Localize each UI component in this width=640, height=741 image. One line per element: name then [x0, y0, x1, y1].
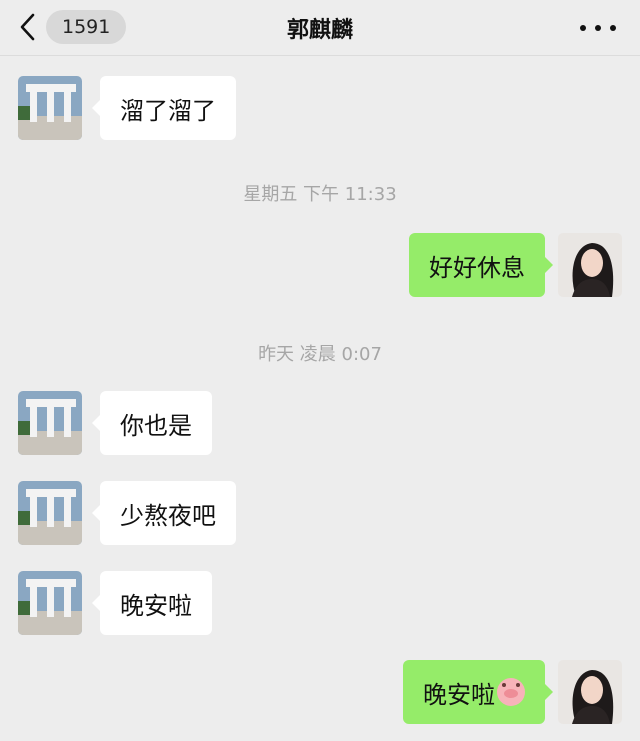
message-bubble-incoming[interactable]: 少熬夜吧	[92, 481, 236, 545]
pig-face-icon	[497, 678, 525, 706]
archway-photo-icon	[18, 481, 82, 545]
archway-photo-icon	[18, 391, 82, 455]
contact-avatar[interactable]	[18, 76, 82, 140]
contact-avatar[interactable]	[18, 571, 82, 635]
chat-title: 郭麒麟	[286, 18, 353, 43]
message-timestamp: 星期五 下午 11:33	[243, 184, 397, 205]
archway-photo-icon	[18, 571, 82, 635]
girl-portrait-icon	[558, 233, 622, 297]
message-text: 你也是	[120, 411, 192, 440]
message-bubble-outgoing[interactable]: 晚安啦	[403, 660, 553, 724]
message-text: 溜了溜了	[120, 96, 216, 125]
contact-avatar[interactable]	[18, 481, 82, 545]
more-dots-icon	[580, 25, 586, 31]
girl-portrait-icon	[558, 660, 622, 724]
more-dot	[595, 25, 601, 31]
message-text: 晚安啦	[423, 680, 495, 709]
my-avatar[interactable]	[558, 233, 622, 297]
message-timestamp: 昨天 凌晨 0:07	[258, 344, 382, 365]
chat-header: 1591 郭麒麟	[0, 0, 640, 56]
contact-avatar[interactable]	[18, 391, 82, 455]
message-text: 晚安啦	[120, 591, 192, 620]
message-text: 好好休息	[429, 253, 525, 282]
message-bubble-incoming[interactable]: 你也是	[92, 391, 212, 455]
message-bubble-incoming[interactable]: 溜了溜了	[92, 76, 236, 140]
archway-photo-icon	[18, 76, 82, 140]
message-bubble-incoming[interactable]: 晚安啦	[92, 571, 212, 635]
my-avatar[interactable]	[558, 660, 622, 724]
message-bubble-outgoing[interactable]: 好好休息	[409, 233, 553, 297]
more-dot	[610, 25, 616, 31]
message-text: 少熬夜吧	[120, 501, 216, 530]
more-options-button[interactable]	[580, 16, 616, 40]
